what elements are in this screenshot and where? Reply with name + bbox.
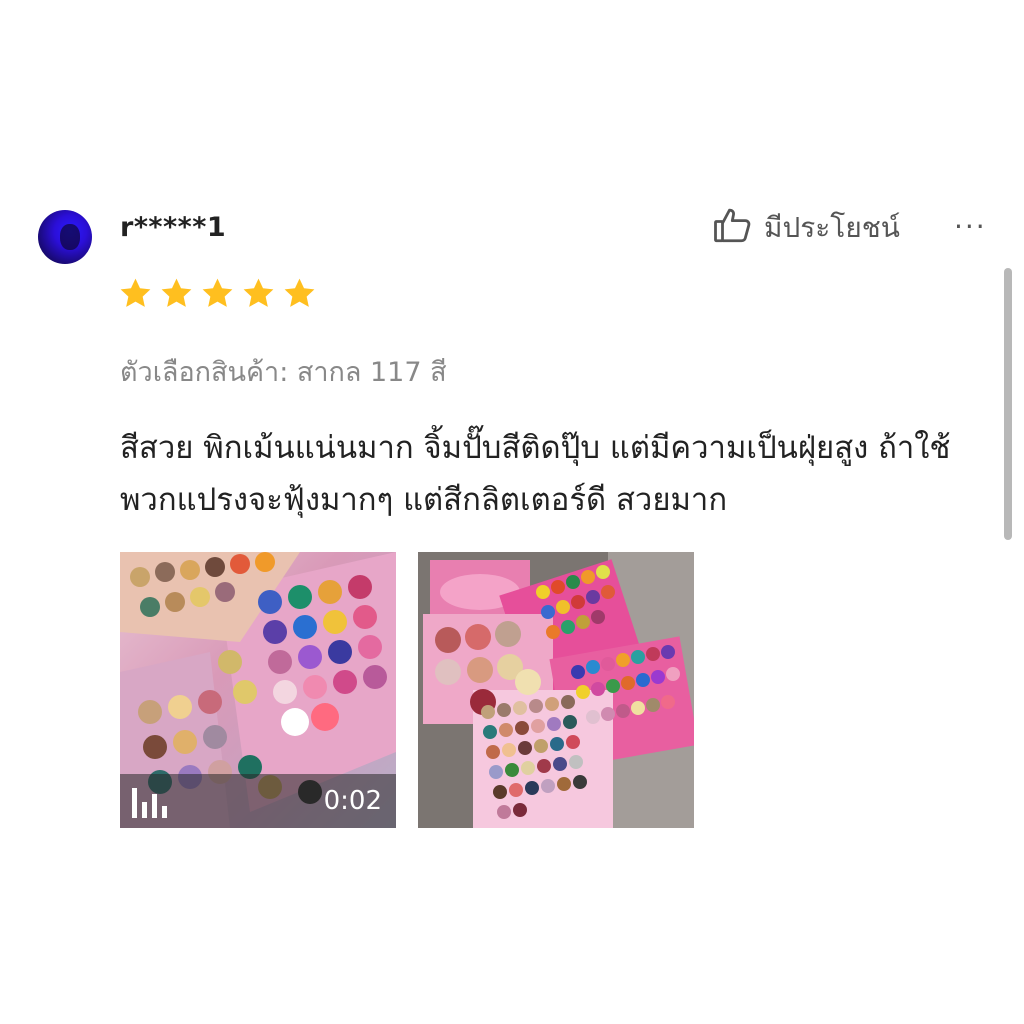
product-variation: ตัวเลือกสินค้า: สากล 117 สี	[120, 357, 447, 388]
palettes-photo	[418, 552, 694, 828]
video-duration: 0:02	[323, 786, 382, 816]
star-icon	[200, 276, 235, 311]
avatar[interactable]	[38, 210, 92, 264]
star-icon	[282, 276, 317, 311]
scrollbar[interactable]	[1004, 268, 1012, 540]
star-icon	[159, 276, 194, 311]
star-icon	[241, 276, 276, 311]
review-comment: สีสวย พิกเม้นแน่นมาก จิ้มปั๊บสีติดปุ๊บ แ…	[120, 430, 951, 518]
thumbs-up-icon	[712, 204, 754, 253]
helpful-button[interactable]: มีประโยชน์	[712, 204, 900, 252]
reviewer-username: r*****1	[120, 212, 227, 243]
more-options-button[interactable]: ···	[954, 210, 987, 243]
review-video-thumbnail[interactable]: 0:02	[120, 552, 396, 828]
review-photo-thumbnail[interactable]	[418, 552, 694, 828]
video-bars-icon	[132, 784, 168, 818]
ellipsis-icon: ···	[954, 210, 987, 243]
star-icon	[118, 276, 153, 311]
star-rating	[118, 276, 317, 311]
helpful-label: มีประโยชน์	[764, 211, 900, 244]
